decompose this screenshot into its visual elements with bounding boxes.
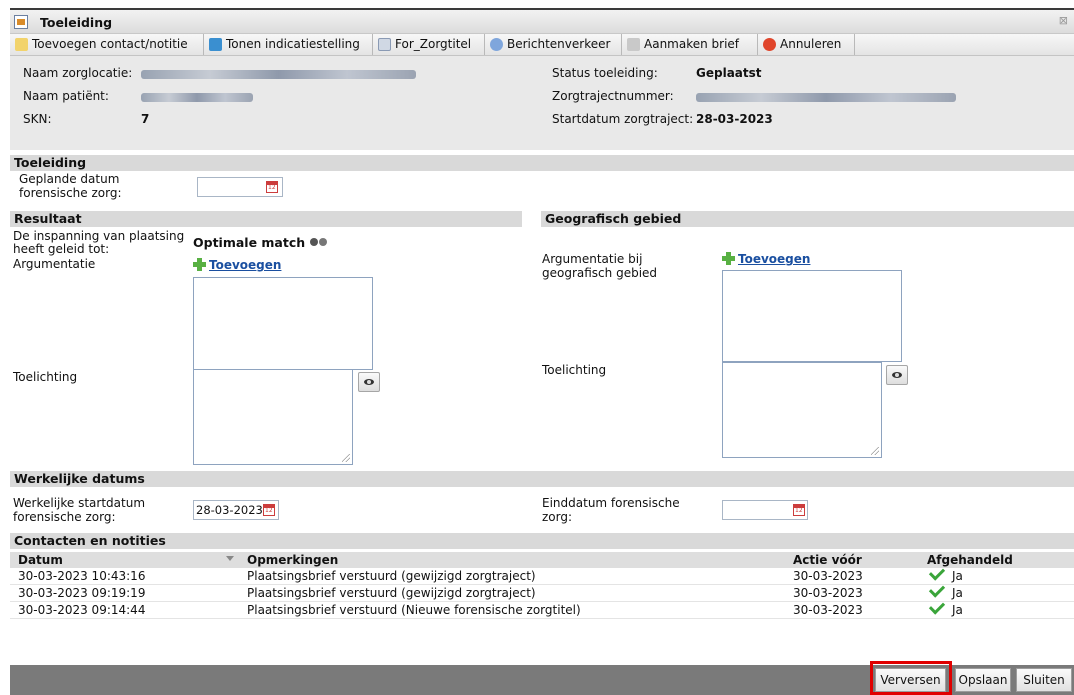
close-button[interactable]: Sluiten xyxy=(1016,668,1072,692)
geo-eye-icon[interactable] xyxy=(886,365,908,385)
argumentatie-label: Argumentatie xyxy=(13,257,96,271)
messages-icon xyxy=(490,38,503,51)
row-opmerking: Plaatsingsbrief verstuurd (gewijzigd zor… xyxy=(247,569,536,583)
table-header: Datum Opmerkingen Actie vóór Afgehandeld xyxy=(10,552,1074,568)
eind-label-line2: zorg: xyxy=(542,510,573,524)
for-zorgtitel-button[interactable]: For_Zorgtitel xyxy=(373,34,485,55)
geo-argumentatie-line1: Argumentatie bij xyxy=(542,252,643,266)
cancel-label: Annuleren xyxy=(780,37,842,51)
row-datum: 30-03-2023 09:14:44 xyxy=(18,603,146,617)
window-title: Toeleiding xyxy=(40,15,113,30)
stop-icon xyxy=(763,38,776,51)
start-date-value: 28-03-2023 xyxy=(196,503,263,517)
table-row[interactable]: 30-03-2023 10:43:16 Plaatsingsbrief vers… xyxy=(10,564,1074,585)
skn-value: 7 xyxy=(141,112,150,126)
geo-argumentatie-textarea[interactable] xyxy=(722,270,902,362)
row-opmerking: Plaatsingsbrief verstuurd (gewijzigd zor… xyxy=(247,586,536,600)
row-actie: 30-03-2023 xyxy=(793,569,863,583)
toeleiding-section-header: Toeleiding xyxy=(10,155,1074,171)
info-panel: Naam zorglocatie: Naam patiënt: SKN: 7 S… xyxy=(10,56,1074,150)
startdatum-value: 28-03-2023 xyxy=(696,112,773,126)
save-button[interactable]: Opslaan xyxy=(955,668,1011,692)
resultaat-toelichting-label: Toelichting xyxy=(13,370,78,384)
indication-icon xyxy=(209,38,222,51)
zorglocatie-label: Naam zorglocatie: xyxy=(23,66,133,80)
resultaat-eye-icon[interactable] xyxy=(358,372,380,392)
geplande-label-line1: Geplande datum xyxy=(19,172,120,186)
geplande-label-line2: forensische zorg: xyxy=(19,186,122,200)
row-afgehandeld: Ja xyxy=(952,603,963,617)
for-zorgtitel-label: For_Zorgtitel xyxy=(395,37,472,51)
window-close-icon[interactable]: ⊠ xyxy=(1059,14,1068,27)
table-row[interactable]: 30-03-2023 09:19:19 Plaatsingsbrief vers… xyxy=(10,581,1074,602)
start-label-line2: forensische zorg: xyxy=(13,510,116,524)
skn-label: SKN: xyxy=(23,112,52,126)
plus-icon xyxy=(722,252,735,265)
geo-toelichting-label: Toelichting xyxy=(542,363,607,377)
resultaat-add-label: Toevoegen xyxy=(209,258,282,272)
show-indication-button[interactable]: Tonen indicatiestelling xyxy=(204,34,373,55)
resize-grip-icon[interactable] xyxy=(342,454,350,462)
eind-label-line1: Einddatum forensische xyxy=(542,496,680,510)
window-titlebar: Toeleiding ⊠ xyxy=(10,8,1074,34)
messages-label: Berichtenverkeer xyxy=(507,37,611,51)
match-value: Optimale match xyxy=(193,235,306,250)
add-contact-label: Toevoegen contact/notitie xyxy=(32,37,188,51)
col-actie[interactable]: Actie vóór xyxy=(793,553,862,567)
resultaat-add-argument-link[interactable]: Toevoegen xyxy=(193,258,281,272)
patient-value-redacted xyxy=(141,93,253,102)
status-value: Geplaatst xyxy=(696,66,762,80)
show-indication-label: Tonen indicatiestelling xyxy=(226,37,360,51)
patient-label: Naam patiënt: xyxy=(23,89,109,103)
row-datum: 30-03-2023 10:43:16 xyxy=(18,569,146,583)
geo-toelichting-textarea[interactable] xyxy=(722,362,882,458)
geo-add-argument-link[interactable]: Toevoegen xyxy=(722,252,810,266)
resultaat-section-header: Resultaat xyxy=(10,211,522,227)
resize-grip-icon[interactable] xyxy=(871,447,879,455)
create-letter-button[interactable]: Aanmaken brief xyxy=(622,34,758,55)
geo-argumentatie-line2: geografisch gebied xyxy=(542,266,658,280)
sort-desc-icon[interactable] xyxy=(226,556,234,561)
row-opmerking: Plaatsingsbrief verstuurd (Nieuwe forens… xyxy=(247,603,581,617)
letter-icon xyxy=(627,38,640,51)
toolbar: Toevoegen contact/notitie Tonen indicati… xyxy=(10,34,1074,56)
contacten-section-header: Contacten en notities xyxy=(10,533,1074,549)
zorglocatie-value-redacted xyxy=(141,70,416,79)
messages-button[interactable]: Berichtenverkeer xyxy=(485,34,622,55)
binoculars-icon[interactable] xyxy=(310,236,328,246)
certificate-icon xyxy=(378,38,391,51)
geografisch-section-header: Geografisch gebied xyxy=(541,211,1074,227)
geo-add-label: Toevoegen xyxy=(738,252,811,266)
zorgtraject-value-redacted xyxy=(696,93,956,102)
resultaat-argumentatie-textarea[interactable] xyxy=(193,277,373,370)
plus-icon xyxy=(193,258,206,271)
calendar-icon[interactable] xyxy=(793,504,805,516)
row-afgehandeld: Ja xyxy=(952,569,963,583)
calendar-icon[interactable] xyxy=(266,181,278,193)
col-datum[interactable]: Datum xyxy=(18,553,63,567)
inspanning-label-line2: heeft geleid tot: xyxy=(13,242,110,256)
col-opmerkingen[interactable]: Opmerkingen xyxy=(247,553,338,567)
document-edit-icon xyxy=(14,15,28,29)
highlight-box xyxy=(870,661,952,695)
status-label: Status toeleiding: xyxy=(552,66,658,80)
start-label-line1: Werkelijke startdatum xyxy=(13,496,146,510)
table-row[interactable]: 30-03-2023 09:14:44 Plaatsingsbrief vers… xyxy=(10,598,1074,619)
startdatum-label: Startdatum zorgtraject: xyxy=(552,112,694,126)
row-datum: 30-03-2023 09:19:19 xyxy=(18,586,146,600)
add-contact-button[interactable]: Toevoegen contact/notitie xyxy=(10,34,204,55)
create-letter-label: Aanmaken brief xyxy=(644,37,740,51)
zorgtraject-label: Zorgtrajectnummer: xyxy=(552,89,674,103)
note-icon xyxy=(15,38,28,51)
row-afgehandeld: Ja xyxy=(952,586,963,600)
werkelijke-section-header: Werkelijke datums xyxy=(10,471,1074,487)
row-actie: 30-03-2023 xyxy=(793,586,863,600)
cancel-button[interactable]: Annuleren xyxy=(758,34,855,55)
calendar-icon[interactable] xyxy=(263,504,275,516)
row-actie: 30-03-2023 xyxy=(793,603,863,617)
resultaat-toelichting-textarea[interactable] xyxy=(193,369,353,465)
